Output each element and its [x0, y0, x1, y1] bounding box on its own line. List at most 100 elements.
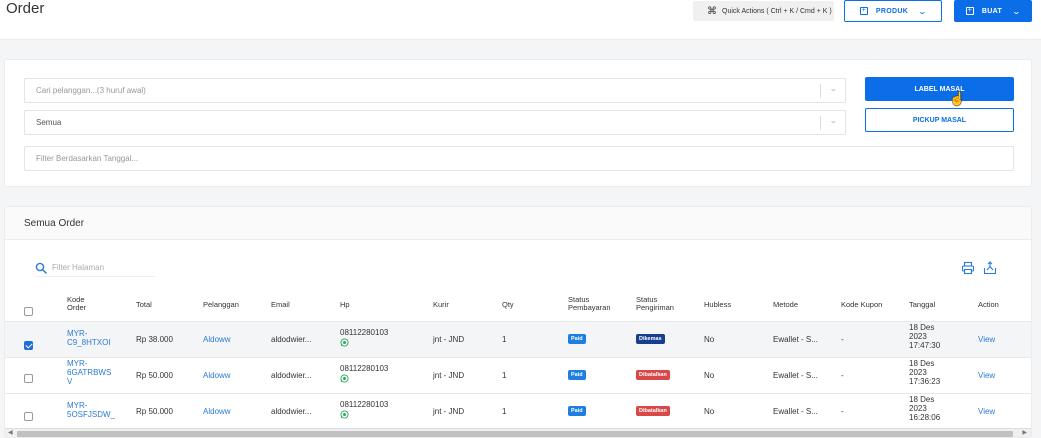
orders-title: Semua Order — [24, 218, 85, 229]
shipping-status-badge: Dibatalkan — [636, 406, 670, 416]
col-kode-line2: Order — [67, 303, 87, 312]
col-metode[interactable]: Metode — [773, 301, 798, 309]
shipping-status-badge: Dikemas — [636, 334, 665, 344]
quantity: 1 — [502, 407, 507, 416]
order-date-line: 18 Des — [909, 323, 935, 332]
export-icon[interactable] — [983, 261, 997, 275]
customer-select-placeholder: Cari pelanggan...(3 huruf awal) — [36, 86, 146, 95]
row-checkbox[interactable] — [24, 341, 33, 350]
order-code-line: MYR- — [67, 401, 88, 410]
col-action[interactable]: Action — [978, 301, 999, 309]
date-filter-placeholder: Filter Berdasarkan Tanggal... — [36, 154, 139, 163]
hubless-value: No — [704, 335, 715, 344]
col-kode-order[interactable]: Kode Order — [67, 296, 86, 312]
phone-number: 08112280103 — [340, 400, 389, 409]
col-tanggal[interactable]: Tanggal — [909, 301, 935, 309]
filter-card: Cari pelanggan...(3 huruf awal) ⌄ Semua … — [4, 59, 1032, 187]
label-masal-button[interactable]: LABEL MASAL — [865, 77, 1014, 101]
quantity: 1 — [502, 371, 507, 380]
col-hp[interactable]: Hp — [340, 301, 350, 309]
table-row[interactable]: MYR- 5OSFJSDW_ Rp 50.000 Aldoww aldodwie… — [5, 393, 1031, 429]
view-link[interactable]: View — [978, 371, 995, 380]
payment-method: Ewallet - S... — [773, 407, 818, 416]
courier: jnt - JND — [433, 371, 465, 380]
phone-cell: 08112280103 — [340, 328, 388, 347]
whatsapp-icon[interactable] — [340, 338, 349, 347]
search-icon — [35, 262, 47, 274]
payment-method: Ewallet - S... — [773, 335, 818, 344]
order-code-link[interactable]: MYR- C9_8HTXOI — [67, 329, 111, 347]
table-row[interactable]: MYR- 6GATRBWS V Rp 50.000 Aldoww aldodwi… — [5, 357, 1031, 393]
view-link[interactable]: View — [978, 335, 995, 344]
select-separator — [820, 116, 821, 130]
col-pembayaran-line2: Pembayaran — [568, 303, 611, 312]
hubless-value: No — [704, 407, 715, 416]
order-code-line: C9_8HTXOI — [67, 338, 111, 347]
buat-button[interactable]: + BUAT ⌄ — [954, 0, 1032, 22]
customer-link[interactable]: Aldoww — [203, 407, 231, 416]
order-date-line: 18 Des — [909, 395, 935, 404]
coupon-code: - — [841, 371, 844, 380]
customer-select[interactable]: Cari pelanggan...(3 huruf awal) ⌄ — [24, 78, 846, 103]
order-code-line: V — [67, 377, 73, 386]
quick-actions-label: Quick Actions ( Ctrl + K / Cmd + K ) — [722, 7, 832, 15]
table-row[interactable]: MYR- C9_8HTXOI Rp 38.000 Aldoww aldodwie… — [5, 321, 1031, 357]
printer-icon[interactable] — [961, 261, 975, 275]
order-total: Rp 50.000 — [136, 371, 173, 380]
col-kode-kupon[interactable]: Kode Kupon — [841, 301, 882, 309]
order-code-line: MYR- — [67, 359, 88, 368]
order-date: 18 Des 2023 16:28:06 — [909, 395, 940, 422]
payment-method: Ewallet - S... — [773, 371, 818, 380]
chevron-down-icon[interactable]: ⌄ — [829, 84, 838, 93]
shipping-status-badge: Dibatalkan — [636, 370, 670, 380]
scroll-right-icon[interactable]: ▶ — [1022, 429, 1027, 436]
phone-number: 08112280103 — [340, 328, 389, 337]
col-total[interactable]: Total — [136, 301, 152, 309]
order-date: 18 Des 2023 17:36:23 — [909, 359, 940, 386]
produk-button[interactable]: + PRODUK ⌄ — [844, 0, 942, 22]
coupon-code: - — [841, 407, 844, 416]
scrollbar-thumb[interactable] — [17, 431, 1013, 437]
col-qty[interactable]: Qty — [502, 301, 514, 309]
order-date-line: 2023 — [909, 368, 927, 377]
customer-link[interactable]: Aldoww — [203, 371, 231, 380]
chevron-down-icon[interactable]: ⌄ — [829, 116, 838, 125]
view-link[interactable]: View — [978, 407, 995, 416]
plus-square-icon: + — [965, 7, 974, 15]
order-date-line: 2023 — [909, 332, 927, 341]
row-checkbox[interactable] — [24, 374, 33, 383]
order-date-line: 17:36:23 — [909, 377, 941, 386]
customer-link[interactable]: Aldoww — [203, 335, 231, 344]
whatsapp-icon[interactable] — [340, 374, 349, 383]
orders-card: Semua Order Kode Order Total Pelanggan E… — [4, 206, 1032, 438]
order-total: Rp 38.000 — [136, 335, 173, 344]
pickup-masal-button[interactable]: PICKUP MASAL — [865, 108, 1014, 132]
top-bar: Order ⌘ Quick Actions ( Ctrl + K / Cmd +… — [0, 0, 1041, 40]
col-status-pengiriman[interactable]: Status Pengiriman — [636, 296, 674, 312]
quick-actions-button[interactable]: ⌘ Quick Actions ( Ctrl + K / Cmd + K ) — [693, 1, 834, 21]
buat-label: BUAT — [981, 7, 1003, 15]
col-pelanggan[interactable]: Pelanggan — [203, 301, 239, 309]
col-status-pembayaran[interactable]: Status Pembayaran — [568, 296, 611, 312]
page-filter-input[interactable] — [52, 263, 147, 272]
orders-card-header: Semua Order — [5, 207, 1031, 240]
col-email[interactable]: Email — [271, 301, 290, 309]
order-code-line: MYR- — [67, 329, 88, 338]
order-code-link[interactable]: MYR- 6GATRBWS V — [67, 359, 111, 386]
scroll-left-icon[interactable]: ◀ — [8, 429, 13, 436]
payment-status-badge: Paid — [568, 334, 586, 344]
order-code-line: 6GATRBWS — [67, 368, 112, 377]
customer-email: aldodwier... — [271, 407, 312, 416]
row-checkbox[interactable] — [24, 412, 33, 421]
courier: jnt - JND — [433, 407, 465, 416]
col-hubless[interactable]: Hubless — [704, 301, 731, 309]
horizontal-scrollbar[interactable]: ◀ ▶ — [5, 428, 1031, 437]
order-total: Rp 50.000 — [136, 407, 173, 416]
whatsapp-icon[interactable] — [340, 410, 349, 419]
phone-cell: 08112280103 — [340, 364, 388, 383]
date-filter-input[interactable]: Filter Berdasarkan Tanggal... — [24, 146, 1014, 171]
col-kurir[interactable]: Kurir — [433, 301, 449, 309]
status-select[interactable]: Semua ⌄ — [24, 110, 846, 135]
select-all-checkbox[interactable] — [24, 307, 33, 316]
order-code-link[interactable]: MYR- 5OSFJSDW_ — [67, 401, 115, 419]
